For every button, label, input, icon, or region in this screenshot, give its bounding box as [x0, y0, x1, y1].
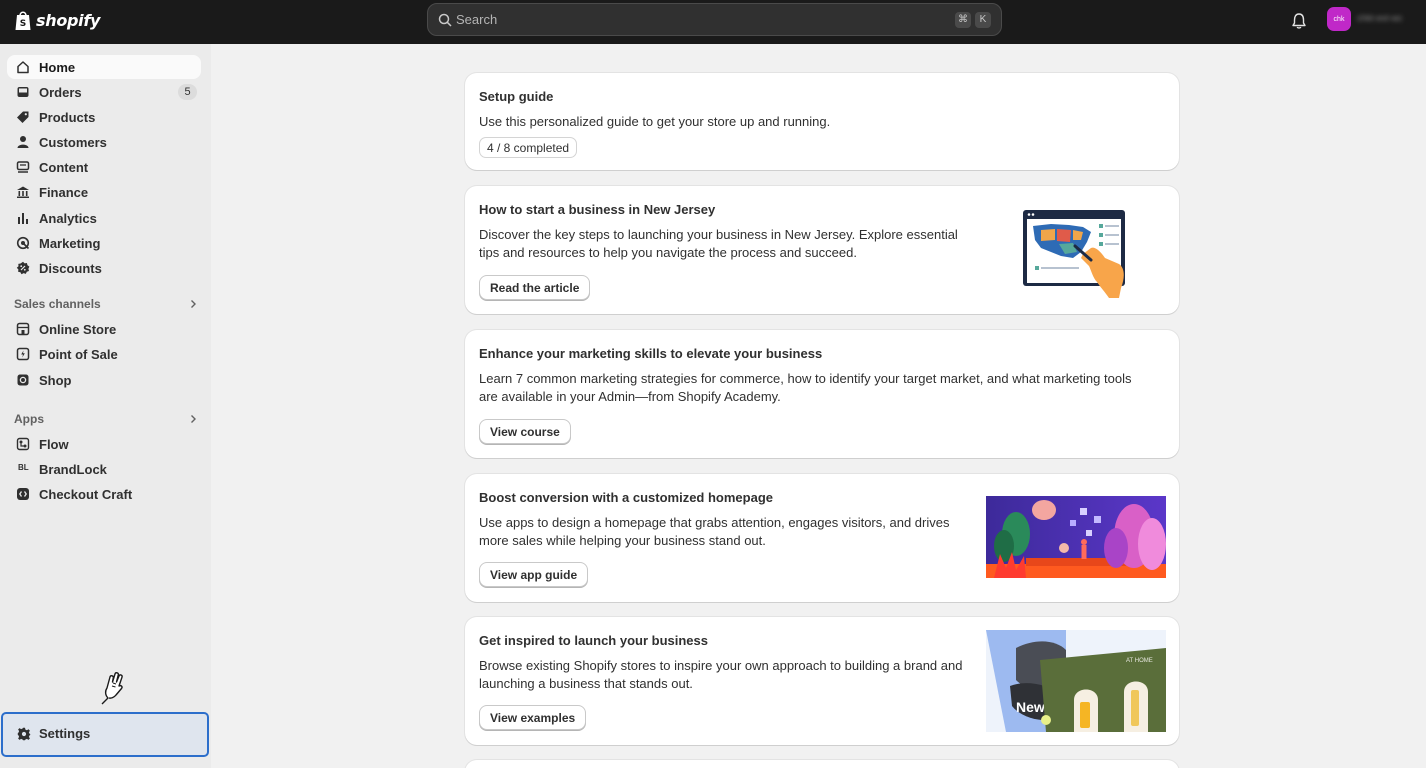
sidebar-item-label: Shop: [39, 373, 72, 388]
sidebar-item-finance[interactable]: Finance: [7, 180, 201, 204]
sidebar-item-label: Customers: [39, 135, 107, 150]
card-title: Enhance your marketing skills to elevate…: [479, 346, 823, 361]
gear-icon: [17, 727, 31, 741]
sidebar-item-orders[interactable]: Orders 5: [7, 80, 201, 104]
tablet-map-illustration: [1023, 210, 1125, 298]
sidebar-item-label: Marketing: [39, 236, 101, 251]
target-icon: [16, 236, 30, 250]
chevron-right-icon: [191, 415, 196, 423]
shortcut-key-k: K: [975, 11, 991, 28]
shortcut-key-cmd: ⌘: [955, 11, 971, 28]
home-icon: [17, 61, 29, 74]
sales-channels-heading: Sales channels: [14, 297, 101, 311]
checkout-craft-icon: [17, 488, 29, 500]
store-name[interactable]: chkt-ext-wc: [1357, 13, 1419, 25]
card-title: How to start a business in New Jersey: [479, 202, 716, 217]
sidebar: Home Orders 5 Products Customers Content…: [0, 44, 211, 768]
sidebar-item-home[interactable]: Home: [7, 55, 201, 79]
svg-text:S: S: [20, 19, 26, 29]
discount-icon: [16, 261, 30, 275]
search-icon: [438, 13, 452, 27]
settings-label: Settings: [39, 726, 91, 741]
sidebar-item-customers[interactable]: Customers: [7, 130, 201, 154]
bank-icon: [17, 186, 29, 198]
new-jersey-article-card: How to start a business in New Jersey Di…: [465, 186, 1179, 314]
sidebar-item-label: Products: [39, 110, 96, 125]
card-description: Learn 7 common marketing strategies for …: [479, 371, 1132, 404]
orders-icon: [17, 87, 29, 97]
shopify-logo[interactable]: S shopify: [14, 9, 100, 31]
orders-count-badge: 5: [178, 84, 197, 100]
hand-cursor-icon: [101, 672, 123, 705]
next-card: [465, 760, 1179, 768]
shopify-bag-icon: S: [15, 11, 31, 30]
setup-progress-badge: 4 / 8 completed: [479, 137, 578, 158]
sidebar-item-label: Online Store: [39, 322, 117, 337]
apps-header[interactable]: Apps: [14, 410, 200, 428]
inspiration-examples-card: Get inspired to launch your business Bro…: [465, 617, 1179, 745]
store-examples-illustration: New AT HOME: [986, 630, 1166, 732]
brand-wordmark: shopify: [36, 10, 101, 30]
new-art-text: New: [1016, 699, 1045, 715]
sidebar-item-label: Flow: [39, 437, 69, 452]
flow-icon: [16, 437, 30, 451]
chevron-right-icon: [191, 300, 196, 308]
card-description: Use this personalized guide to get your …: [479, 114, 831, 129]
apps-heading: Apps: [14, 412, 44, 426]
view-course-button[interactable]: View course: [479, 419, 571, 444]
sidebar-item-flow[interactable]: Flow: [7, 432, 201, 456]
tag-icon: [17, 111, 29, 123]
homepage-scene-illustration: [986, 496, 1166, 578]
sidebar-item-discounts[interactable]: Discounts: [7, 256, 201, 280]
card-description: Browse existing Shopify stores to inspir…: [479, 658, 963, 691]
card-description: Discover the key steps to launching your…: [479, 227, 958, 260]
sidebar-item-label: Analytics: [39, 211, 97, 226]
sidebar-item-marketing[interactable]: Marketing: [7, 231, 201, 255]
person-icon: [17, 136, 29, 148]
sidebar-item-label: Finance: [39, 185, 89, 200]
content-icon: [16, 161, 30, 173]
notification-bell-icon[interactable]: [1290, 10, 1308, 32]
sidebar-item-analytics[interactable]: Analytics: [7, 206, 201, 230]
sidebar-item-label: Content: [39, 160, 89, 175]
sidebar-item-settings[interactable]: Settings: [1, 712, 209, 757]
card-title: Setup guide: [479, 89, 554, 104]
customized-homepage-card: Boost conversion with a customized homep…: [465, 474, 1179, 602]
sidebar-item-label: BrandLock: [39, 462, 107, 477]
read-article-button[interactable]: Read the article: [479, 275, 591, 300]
sales-channels-header[interactable]: Sales channels: [14, 295, 200, 313]
pos-icon: [16, 347, 30, 361]
sidebar-item-point-of-sale[interactable]: Point of Sale: [7, 342, 201, 366]
card-title: Get inspired to launch your business: [479, 633, 708, 648]
sidebar-item-label: Checkout Craft: [39, 487, 133, 502]
setup-guide-card: Setup guide Use this personalized guide …: [465, 73, 1179, 170]
sidebar-item-online-store[interactable]: Online Store: [7, 317, 201, 341]
sidebar-item-label: Point of Sale: [39, 347, 118, 362]
brandlock-icon: BL: [18, 463, 29, 472]
bar-chart-icon: [18, 213, 28, 224]
sidebar-item-label: Discounts: [39, 261, 102, 276]
card-description: Use apps to design a homepage that grabs…: [479, 515, 950, 548]
sidebar-item-label: Home: [39, 60, 76, 75]
marketing-course-card: Enhance your marketing skills to elevate…: [465, 330, 1179, 458]
shop-icon: [17, 374, 29, 386]
card-title: Boost conversion with a customized homep…: [479, 490, 773, 505]
sidebar-item-products[interactable]: Products: [7, 105, 201, 129]
sidebar-item-checkout-craft[interactable]: Checkout Craft: [7, 482, 201, 506]
sidebar-item-content[interactable]: Content: [7, 155, 201, 179]
top-bar: S shopify ⌘ K chk chkt-ext-wc: [0, 0, 1426, 44]
sidebar-item-shop[interactable]: Shop: [7, 368, 201, 392]
storefront-icon: [16, 322, 30, 336]
view-app-guide-button[interactable]: View app guide: [479, 562, 589, 587]
search-input[interactable]: [456, 12, 951, 27]
sidebar-item-brandlock[interactable]: BL BrandLock: [7, 457, 201, 481]
view-examples-button[interactable]: View examples: [479, 705, 587, 730]
avatar[interactable]: chk: [1327, 7, 1351, 31]
sidebar-item-label: Orders: [39, 85, 82, 100]
search-bar[interactable]: ⌘ K: [427, 3, 1002, 36]
at-home-art-text: AT HOME: [1126, 658, 1153, 664]
